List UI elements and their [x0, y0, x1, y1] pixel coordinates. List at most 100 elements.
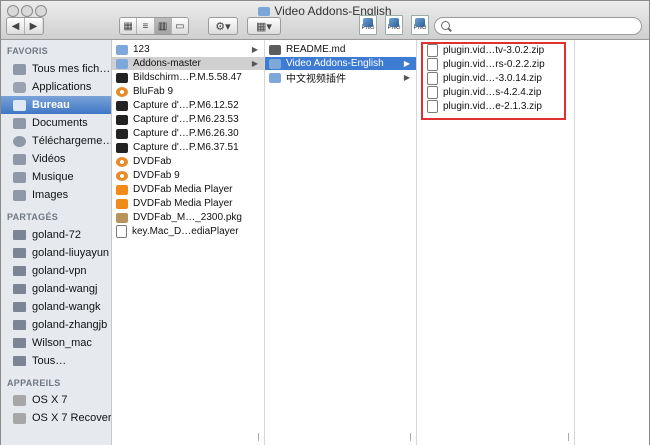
- action-button[interactable]: ⚙▾: [208, 17, 238, 35]
- monitor-icon: [13, 248, 26, 258]
- list-item[interactable]: DVDFab_M…_2300.pkg: [112, 211, 264, 224]
- monitor-icon: [13, 284, 26, 294]
- sidebar-item-device[interactable]: OS X 7: [1, 391, 111, 409]
- zip-file-icon: [427, 44, 438, 57]
- sidebar-item-device[interactable]: OS X 7 Recovery: [1, 409, 111, 427]
- browser-column-4: [575, 40, 649, 445]
- sidebar: FAVORIS Tous mes fich… Applications Bure…: [1, 40, 112, 445]
- list-item[interactable]: DVDFab Media Player: [112, 183, 264, 196]
- music-note-icon: [13, 171, 26, 183]
- sidebar-item-all-files[interactable]: Tous mes fich…: [1, 60, 111, 78]
- back-button[interactable]: ◀: [7, 18, 25, 34]
- back-forward-control: ◀ ▶: [6, 17, 44, 35]
- list-item[interactable]: plugin.vid…rs-0.2.2.zip: [417, 58, 574, 71]
- document-icon: [116, 225, 127, 238]
- disclosure-arrow-icon: ▶: [251, 59, 258, 68]
- disclosure-arrow-icon: ▶: [403, 73, 410, 82]
- view-mode-control: ▦ ≡ ▥ ▭: [119, 17, 189, 35]
- folder-icon: [116, 58, 128, 69]
- list-item[interactable]: BluFab 9: [112, 85, 264, 98]
- list-item[interactable]: 123 ▶: [112, 43, 264, 56]
- sidebar-item-shared[interactable]: goland-wangk: [1, 298, 111, 316]
- list-item[interactable]: DVDFab: [112, 155, 264, 168]
- sidebar-item-videos[interactable]: Vidéos: [1, 150, 111, 168]
- list-view-button[interactable]: ≡: [137, 18, 155, 34]
- sidebar-item-shared[interactable]: goland-liuyayun: [1, 244, 111, 262]
- applications-icon: [13, 81, 26, 93]
- player-app-icon: [116, 198, 128, 209]
- list-item[interactable]: Capture d'…P.M6.26.30: [112, 127, 264, 140]
- browser-column-3: plugin.vid…tv-3.0.2.zip plugin.vid…rs-0.…: [417, 40, 576, 445]
- list-item[interactable]: Capture d'…P.M6.37.51: [112, 141, 264, 154]
- list-item[interactable]: plugin.vid…e-2.1.3.zip: [417, 100, 574, 113]
- image-file-icon: [116, 72, 128, 83]
- list-item[interactable]: 中文视频插件 ▶: [265, 71, 416, 85]
- sidebar-item-documents[interactable]: Documents: [1, 114, 111, 132]
- all-files-icon: [13, 63, 26, 75]
- sidebar-item-shared-all[interactable]: Tous…: [1, 352, 111, 370]
- list-item[interactable]: DVDFab Media Player: [112, 197, 264, 210]
- search-icon: [441, 21, 450, 30]
- folder-icon: [116, 44, 128, 55]
- sidebar-item-downloads[interactable]: Téléchargeme…: [1, 132, 111, 150]
- sidebar-item-bureau[interactable]: Bureau: [1, 96, 111, 114]
- sidebar-item-images[interactable]: Images: [1, 186, 111, 204]
- list-item[interactable]: Video Addons-English ▶: [265, 57, 416, 70]
- sidebar-item-shared[interactable]: goland-zhangjb: [1, 316, 111, 334]
- list-item[interactable]: Capture d'…P.M6.12.52: [112, 99, 264, 112]
- folder-icon: [258, 7, 271, 16]
- sidebar-item-shared[interactable]: goland-vpn: [1, 262, 111, 280]
- toolbar-file-icon[interactable]: PNG: [411, 15, 429, 35]
- monitor-icon: [13, 230, 26, 240]
- laptop-icon: [13, 338, 26, 348]
- list-item[interactable]: plugin.vid…-3.0.14.zip: [417, 72, 574, 85]
- toolbar-file-icon[interactable]: PNG: [359, 15, 377, 35]
- image-file-icon: [116, 142, 128, 153]
- zip-file-icon: [427, 86, 438, 99]
- sidebar-item-shared[interactable]: Wilson_mac: [1, 334, 111, 352]
- disk-icon: [13, 394, 26, 406]
- browser-column-2: README.md Video Addons-English ▶ 中文视频插件 ▶: [265, 40, 418, 445]
- toolbar-file-icon[interactable]: PNG: [385, 15, 403, 35]
- icon-view-button[interactable]: ▦: [120, 18, 138, 34]
- list-item[interactable]: DVDFab 9: [112, 169, 264, 182]
- text-file-icon: [269, 44, 281, 55]
- sidebar-item-applications[interactable]: Applications: [1, 78, 111, 96]
- sidebar-item-shared[interactable]: goland-wangj: [1, 280, 111, 298]
- disclosure-arrow-icon: ▶: [403, 59, 410, 68]
- forward-button[interactable]: ▶: [25, 18, 42, 34]
- monitor-icon: [13, 302, 26, 312]
- list-item[interactable]: key.Mac_D…ediaPlayer: [112, 225, 264, 238]
- list-item[interactable]: Addons-master ▶: [112, 57, 264, 70]
- image-file-icon: [116, 128, 128, 139]
- dvd-app-icon: [116, 156, 128, 167]
- documents-icon: [13, 117, 26, 129]
- image-file-icon: [116, 100, 128, 111]
- column-view-button[interactable]: ▥: [154, 18, 172, 34]
- monitor-icon: [13, 266, 26, 276]
- film-icon: [13, 153, 26, 165]
- desktop-icon: [13, 99, 26, 111]
- player-app-icon: [116, 184, 128, 195]
- section-header-partages: PARTAGÉS: [7, 212, 59, 222]
- folder-icon: [269, 72, 281, 83]
- list-item[interactable]: README.md: [265, 43, 416, 56]
- list-item[interactable]: Bildschirm…P.M.5.58.47: [112, 71, 264, 84]
- search-input[interactable]: [453, 19, 637, 35]
- sidebar-item-music[interactable]: Musique: [1, 168, 111, 186]
- section-header-favoris: FAVORIS: [7, 46, 48, 56]
- coverflow-view-button[interactable]: ▭: [171, 18, 188, 34]
- list-item[interactable]: Capture d'…P.M6.23.53: [112, 113, 264, 126]
- dvd-app-icon: [116, 170, 128, 181]
- toolbar: Video Addons-English ◀ ▶ ▦ ≡ ▥ ▭ ⚙▾ ▦▾ P…: [1, 1, 649, 40]
- list-item[interactable]: plugin.vid…s-4.2.4.zip: [417, 86, 574, 99]
- arrange-button[interactable]: ▦▾: [247, 17, 281, 35]
- search-field[interactable]: [434, 17, 642, 35]
- section-header-appareils: APPAREILS: [7, 378, 61, 388]
- sidebar-item-shared[interactable]: goland-72: [1, 226, 111, 244]
- network-icon: [13, 356, 26, 366]
- monitor-icon: [13, 320, 26, 330]
- list-item[interactable]: plugin.vid…tv-3.0.2.zip: [417, 44, 574, 57]
- window-title: Video Addons-English: [1, 4, 649, 18]
- package-icon: [116, 212, 128, 223]
